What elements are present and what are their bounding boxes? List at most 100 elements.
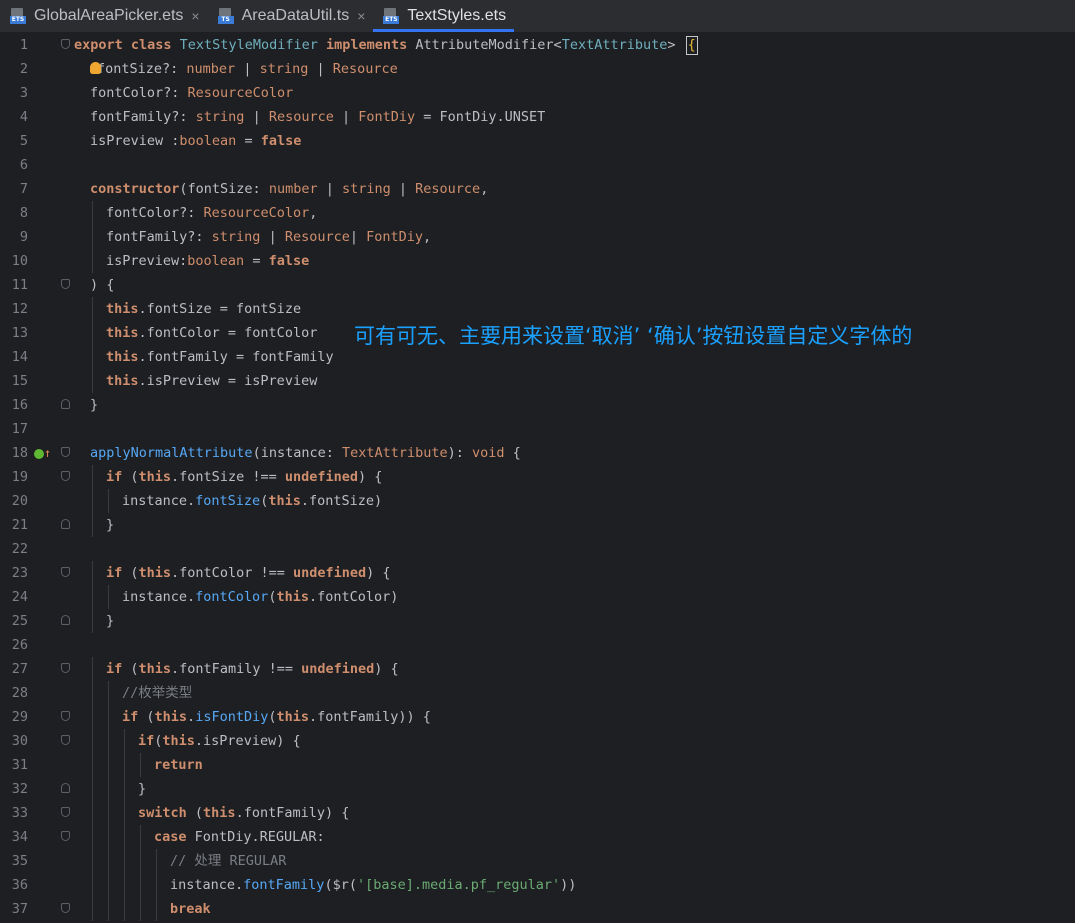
code-line[interactable]: 30 if(this.isPreview) { xyxy=(0,729,1075,753)
code-line[interactable]: 17 xyxy=(0,417,1075,441)
fold-start-icon[interactable] xyxy=(61,663,70,673)
indent-guide xyxy=(92,729,93,753)
code-token: undefined xyxy=(301,661,375,677)
code-line[interactable]: 5 isPreview :boolean = false xyxy=(0,129,1075,153)
code-text: if (this.fontColor !== undefined) { xyxy=(106,561,391,585)
code-line[interactable]: 20 instance.fontSize(this.fontSize) xyxy=(0,489,1075,513)
code-token: .fontSize !== xyxy=(171,469,285,485)
indent-guide xyxy=(92,825,93,849)
close-tab-icon[interactable]: × xyxy=(191,8,199,24)
code-token: = FontDiy.UNSET xyxy=(415,109,546,125)
line-number: 13 xyxy=(11,325,28,341)
code-line[interactable]: 19 if (this.fontSize !== undefined) { xyxy=(0,465,1075,489)
code-text: fontColor?: ResourceColor xyxy=(90,81,293,105)
code-line[interactable]: 10 isPreview:boolean = false xyxy=(0,249,1075,273)
code-token: string xyxy=(259,61,309,77)
lightbulb-icon[interactable] xyxy=(90,62,101,74)
code-line[interactable]: 16} xyxy=(0,393,1075,417)
code-line[interactable]: 18 ↑ applyNormalAttribute(instance: TextAt… xyxy=(0,441,1075,465)
code-token: undefined xyxy=(292,565,367,581)
fold-start-icon[interactable] xyxy=(61,711,70,721)
line-number: 6 xyxy=(19,157,28,173)
fold-end-icon[interactable] xyxy=(61,615,70,625)
code-token: ( xyxy=(122,661,139,677)
code-text: fontFamily?: string | Resource| FontDiy, xyxy=(106,225,431,249)
code-line[interactable]: 4 fontFamily?: string | Resource | FontDi… xyxy=(0,105,1075,129)
code-token: false xyxy=(260,133,302,149)
indent-guide xyxy=(108,729,109,753)
code-line[interactable]: 22 xyxy=(0,537,1075,561)
code-token: isPreview: xyxy=(106,253,188,269)
code-line[interactable]: 34 case FontDiy.REGULAR: xyxy=(0,825,1075,849)
tab-0[interactable]: ETS GlobalAreaPicker.ets × xyxy=(0,0,208,32)
code-line[interactable]: 37 break xyxy=(0,897,1075,921)
fold-end-icon[interactable] xyxy=(61,519,70,529)
code-token: TextAttribute xyxy=(561,37,668,53)
code-line[interactable]: 1 export class TextStyleModifier implemen… xyxy=(0,33,1075,57)
code-token: string xyxy=(341,181,391,197)
code-line[interactable]: 33 switch (this.fontFamily) { xyxy=(0,801,1075,825)
code-line[interactable]: 21} xyxy=(0,513,1075,537)
indent-guide xyxy=(124,825,125,849)
code-token: break xyxy=(170,901,211,917)
indent-guide xyxy=(108,873,109,897)
fold-start-icon[interactable] xyxy=(61,279,70,289)
fold-start-icon[interactable] xyxy=(61,735,70,745)
code-line[interactable]: 26 xyxy=(0,633,1075,657)
code-line[interactable]: 11) { xyxy=(0,273,1075,297)
line-number: 22 xyxy=(11,541,28,557)
code-line[interactable]: 2 fontSize?: number | string | Resource xyxy=(0,57,1075,81)
indent-guide xyxy=(92,705,93,729)
code-line[interactable]: 6 xyxy=(0,153,1075,177)
code-line[interactable]: 25} xyxy=(0,609,1075,633)
indent-guide xyxy=(140,849,141,873)
code-text: this.isPreview = isPreview xyxy=(106,369,317,393)
code-text: case FontDiy.REGULAR: xyxy=(154,825,325,849)
indent-guide xyxy=(156,873,157,897)
fold-end-icon[interactable] xyxy=(61,399,70,409)
tab-2[interactable]: ETS TextStyles.ets xyxy=(373,0,514,32)
line-number: 7 xyxy=(19,181,28,197)
tab-1[interactable]: TS AreaDataUtil.ts × xyxy=(208,0,374,32)
fold-start-icon[interactable] xyxy=(61,831,70,841)
code-editor[interactable]: 1 export class TextStyleModifier implemen… xyxy=(0,33,1075,923)
override-method-icon[interactable]: ↑ xyxy=(34,446,52,460)
line-number: 2 xyxy=(19,61,28,77)
code-line[interactable]: 35 // 处理 REGULAR xyxy=(0,849,1075,873)
code-line[interactable]: 9 fontFamily?: string | Resource| FontDiy… xyxy=(0,225,1075,249)
line-number: 25 xyxy=(11,613,28,629)
code-line[interactable]: 8 fontColor?: ResourceColor, xyxy=(0,201,1075,225)
code-line[interactable]: 29 if (this.isFontDiy(this.fontFamily)) { xyxy=(0,705,1075,729)
code-line[interactable]: 36 instance.fontFamily($r('[base].media.p… xyxy=(0,873,1075,897)
fold-start-icon[interactable] xyxy=(61,903,70,913)
code-text: this.fontSize = fontSize xyxy=(106,297,301,321)
code-line[interactable]: 12 this.fontSize = fontSize xyxy=(0,297,1075,321)
code-line[interactable]: 32} xyxy=(0,777,1075,801)
code-line[interactable]: 28 //枚举类型 xyxy=(0,681,1075,705)
fold-end-icon[interactable] xyxy=(61,783,70,793)
code-line[interactable]: 7 constructor(fontSize: number | string |… xyxy=(0,177,1075,201)
code-line[interactable]: 3 fontColor?: ResourceColor xyxy=(0,81,1075,105)
code-token: // 处理 REGULAR xyxy=(170,853,287,869)
code-line[interactable]: 31 return xyxy=(0,753,1075,777)
code-token: export class xyxy=(74,37,180,53)
code-line[interactable]: 23 if (this.fontColor !== undefined) { xyxy=(0,561,1075,585)
close-tab-icon[interactable]: × xyxy=(357,8,365,24)
code-token: = xyxy=(244,253,269,269)
fold-start-icon[interactable] xyxy=(61,447,70,457)
code-token: ( xyxy=(122,469,139,485)
code-text: break xyxy=(170,897,211,921)
fold-start-icon[interactable] xyxy=(61,471,70,481)
code-line[interactable]: 15 this.isPreview = isPreview xyxy=(0,369,1075,393)
code-token: ): xyxy=(447,445,473,461)
fold-start-icon[interactable] xyxy=(61,807,70,817)
line-number: 34 xyxy=(11,829,28,845)
code-line[interactable]: 24 instance.fontColor(this.fontColor) xyxy=(0,585,1075,609)
code-token: this xyxy=(106,349,139,365)
code-line[interactable]: 27 if (this.fontFamily !== undefined) { xyxy=(0,657,1075,681)
fold-start-icon[interactable] xyxy=(61,567,70,577)
code-token: ResourceColor xyxy=(187,85,294,101)
fold-start-icon[interactable] xyxy=(61,39,70,49)
code-token: ( xyxy=(186,805,204,821)
code-token: ) { xyxy=(358,469,383,485)
